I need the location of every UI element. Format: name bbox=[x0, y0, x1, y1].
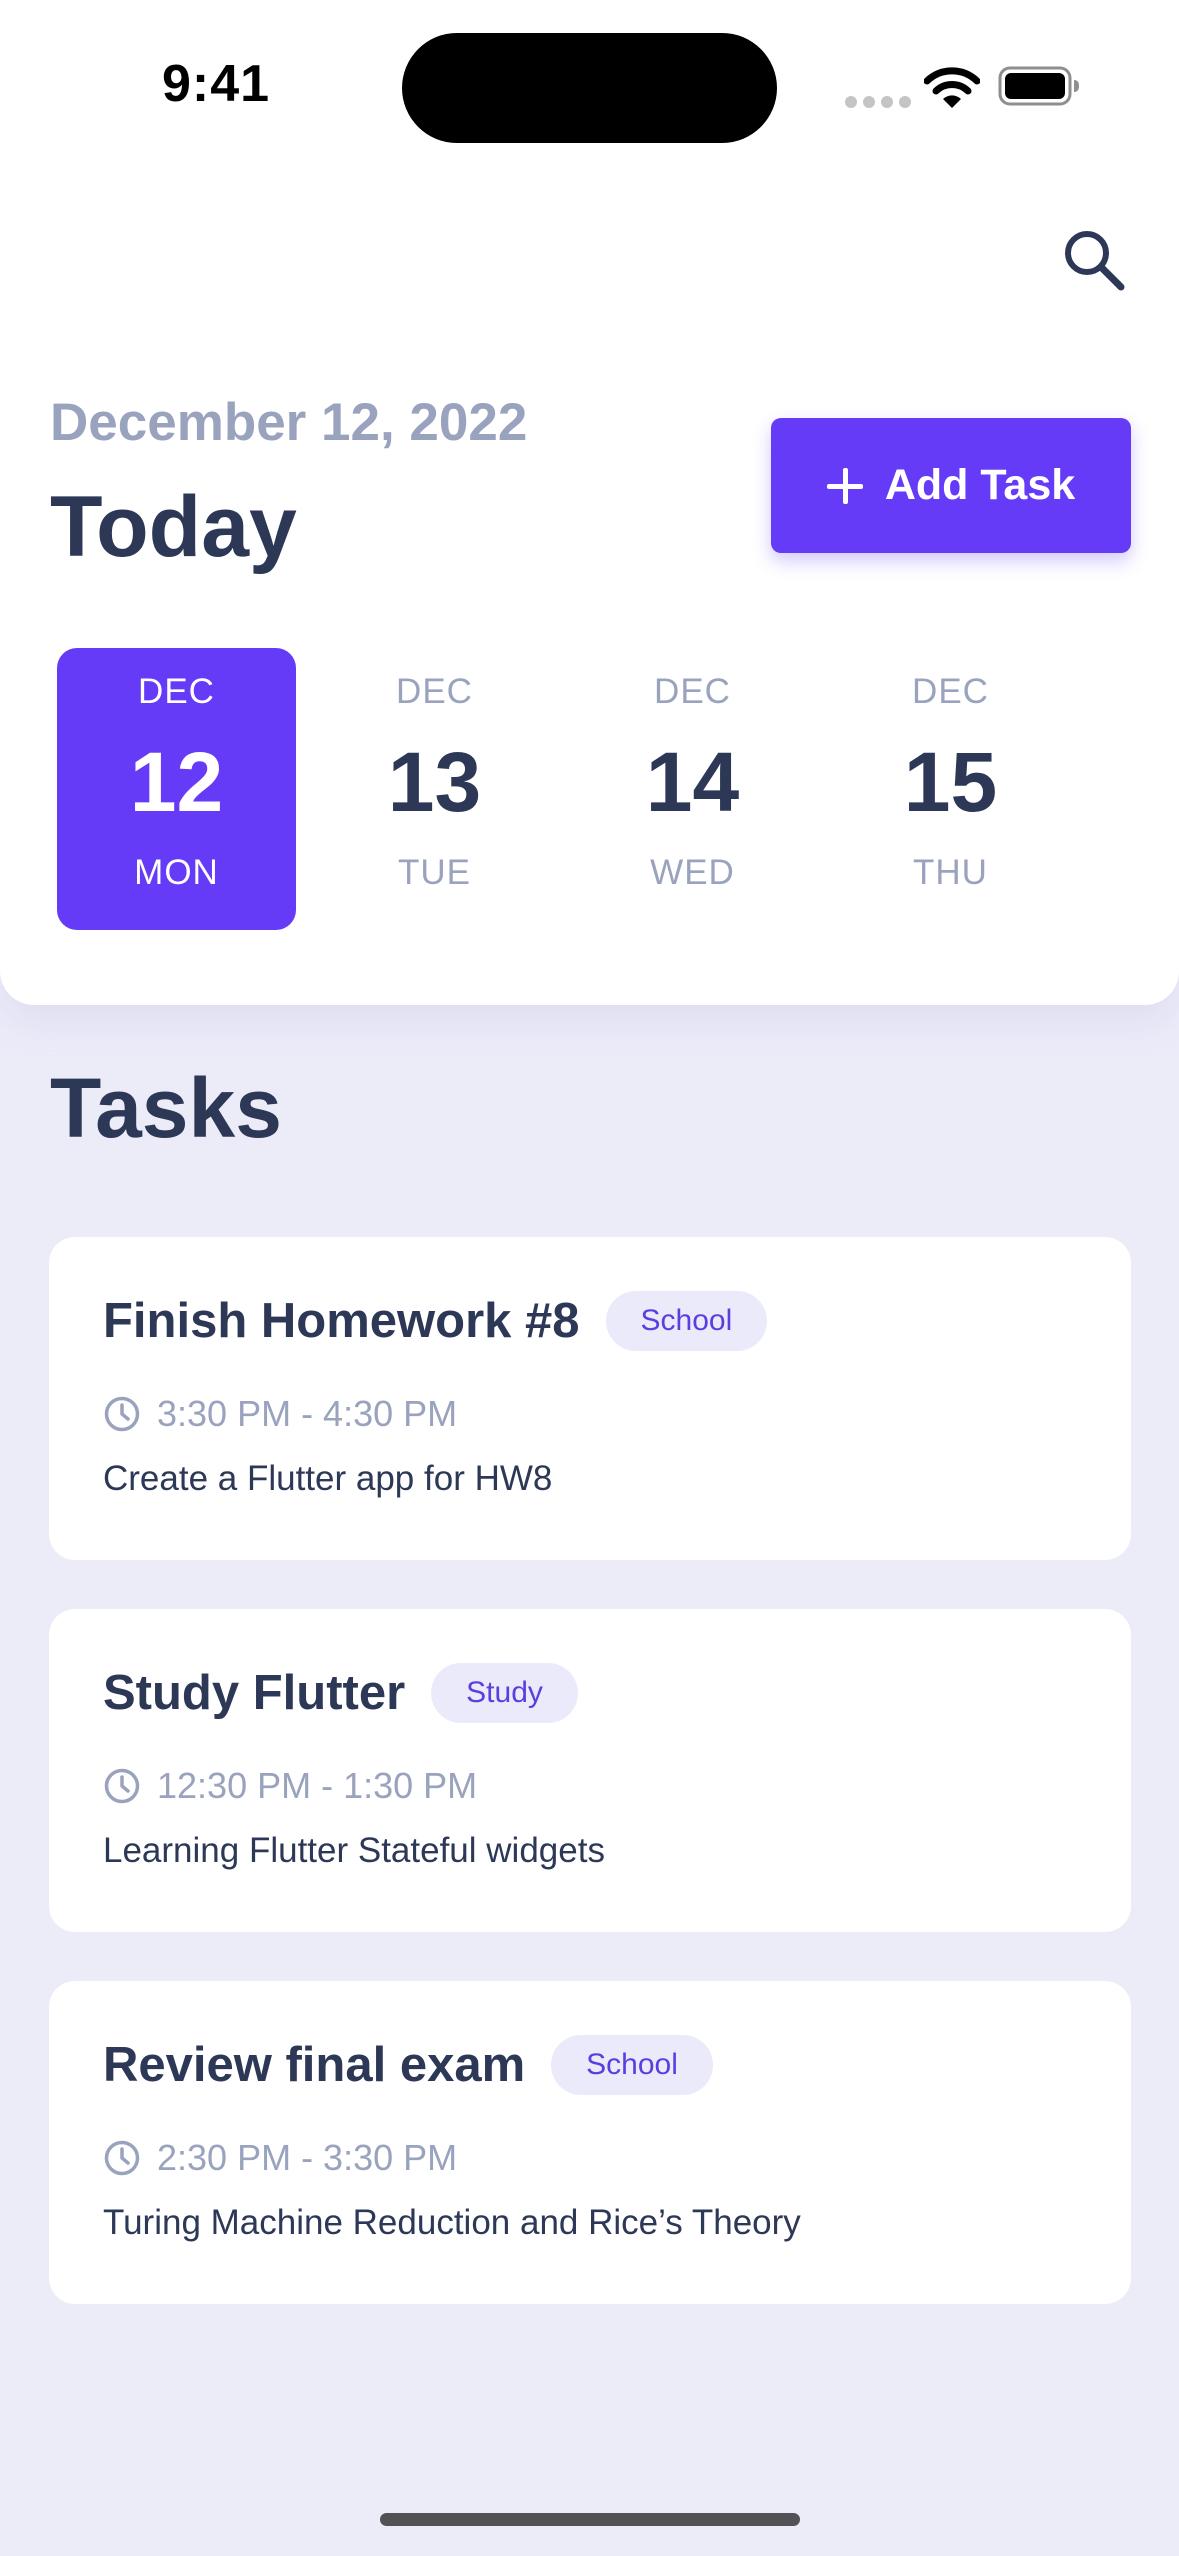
status-bar-time: 9:41 bbox=[162, 55, 271, 113]
search-icon bbox=[1065, 231, 1125, 291]
day-weekday: TUE bbox=[398, 853, 471, 892]
task-title: Study Flutter bbox=[103, 1666, 406, 1720]
day-item[interactable]: DEC 12 MON bbox=[57, 648, 296, 930]
task-tag: School bbox=[605, 1291, 768, 1351]
clock-icon bbox=[104, 2140, 140, 2176]
day-number: 14 bbox=[645, 735, 740, 829]
day-month: DEC bbox=[654, 672, 731, 711]
battery-icon bbox=[998, 66, 1079, 106]
day-month: DEC bbox=[138, 672, 215, 711]
task-card[interactable]: Review final exam School 2:30 PM - 3:30 … bbox=[49, 1981, 1131, 2304]
page-title: Today bbox=[50, 479, 297, 575]
task-tag: School bbox=[551, 2035, 713, 2095]
wifi-icon bbox=[924, 67, 980, 108]
task-description: Turing Machine Reduction and Rice’s Theo… bbox=[103, 2203, 801, 2242]
dynamic-island bbox=[402, 33, 777, 143]
clock-icon bbox=[104, 1768, 140, 1804]
task-card[interactable]: Finish Homework #8 School 3:30 PM - 4:30… bbox=[49, 1237, 1131, 1560]
day-selector: DEC 12 MON DEC 13 TUE DEC 14 WED DEC 15 … bbox=[57, 648, 1070, 930]
current-date: December 12, 2022 bbox=[50, 393, 528, 452]
task-time: 2:30 PM - 3:30 PM bbox=[157, 2137, 458, 2178]
task-header: Study Flutter Study bbox=[103, 1663, 578, 1723]
task-time: 3:30 PM - 4:30 PM bbox=[157, 1393, 458, 1434]
day-weekday: MON bbox=[134, 853, 219, 892]
task-header: Finish Homework #8 School bbox=[103, 1291, 768, 1351]
day-item[interactable]: DEC 13 TUE bbox=[315, 648, 554, 930]
header-panel: 9:41 December 12, 2022 Today Add Task DE… bbox=[0, 0, 1179, 1005]
day-item[interactable]: DEC 15 THU bbox=[831, 648, 1070, 930]
day-month: DEC bbox=[396, 672, 473, 711]
task-title: Review final exam bbox=[103, 2038, 526, 2092]
day-number: 15 bbox=[903, 735, 998, 829]
cellular-signal-icon bbox=[845, 96, 911, 108]
task-title: Finish Homework #8 bbox=[103, 1294, 580, 1348]
task-time: 12:30 PM - 1:30 PM bbox=[157, 1765, 478, 1806]
day-weekday: THU bbox=[913, 853, 988, 892]
add-task-label: Add Task bbox=[884, 461, 1076, 509]
task-card[interactable]: Study Flutter Study 12:30 PM - 1:30 PM L… bbox=[49, 1609, 1131, 1932]
task-description: Learning Flutter Stateful widgets bbox=[103, 1831, 605, 1870]
plus-icon bbox=[826, 467, 863, 504]
task-tag: Study bbox=[431, 1663, 578, 1723]
day-item[interactable]: DEC 14 WED bbox=[573, 648, 812, 930]
home-indicator[interactable] bbox=[380, 2513, 800, 2526]
tasks-section-title: Tasks bbox=[50, 1061, 282, 1155]
add-task-button[interactable]: Add Task bbox=[771, 418, 1131, 553]
day-weekday: WED bbox=[650, 853, 735, 892]
task-list: Finish Homework #8 School 3:30 PM - 4:30… bbox=[49, 1237, 1131, 2353]
day-number: 13 bbox=[387, 735, 482, 829]
search-button[interactable] bbox=[1056, 222, 1132, 298]
task-time-row: 3:30 PM - 4:30 PM bbox=[103, 1393, 457, 1435]
task-description: Create a Flutter app for HW8 bbox=[103, 1459, 553, 1498]
day-month: DEC bbox=[912, 672, 989, 711]
task-header: Review final exam School bbox=[103, 2035, 713, 2095]
clock-icon bbox=[104, 1396, 140, 1432]
day-number: 12 bbox=[129, 735, 224, 829]
task-time-row: 12:30 PM - 1:30 PM bbox=[103, 1765, 477, 1807]
task-time-row: 2:30 PM - 3:30 PM bbox=[103, 2137, 457, 2179]
